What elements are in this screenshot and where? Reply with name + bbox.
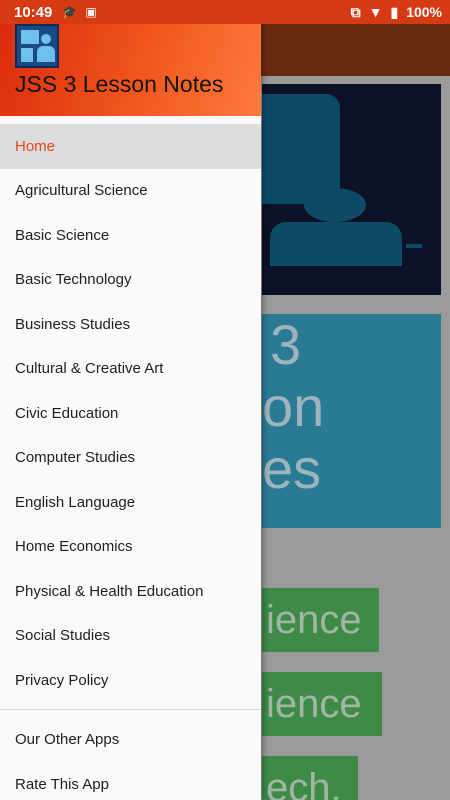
subject-button[interactable]: ech.: [262, 756, 358, 800]
nav-item-rate-this-app[interactable]: Rate This App: [0, 762, 261, 800]
title-card-line: es: [262, 437, 322, 500]
battery-level: 100%: [406, 4, 442, 20]
status-bar: 10:49 🎓 ▣ ⧉ ▼ ▮ 100%: [0, 0, 450, 24]
navigation-drawer: JSS 3 Lesson Notes Home Agricultural Sci…: [0, 0, 261, 800]
app-logo: [15, 24, 59, 68]
title-card-line: 3: [270, 314, 302, 376]
battery-icon: ▮: [390, 3, 399, 20]
app-title: JSS 3 Lesson Notes: [15, 71, 224, 97]
nav-item-business-studies[interactable]: Business Studies: [0, 302, 261, 347]
primary-nav: Home Agricultural Science Basic Science …: [0, 116, 261, 703]
status-right: ⧉ ▼ ▮ 100%: [351, 4, 442, 21]
nav-item-basic-science[interactable]: Basic Science: [0, 213, 261, 258]
hero-image: [262, 84, 441, 295]
nav-item-physical-health-education[interactable]: Physical & Health Education: [0, 569, 261, 614]
nav-item-social-studies[interactable]: Social Studies: [0, 614, 261, 659]
wifi-icon: ▼: [368, 4, 383, 20]
title-card-line: on: [262, 375, 325, 438]
nav-item-basic-technology[interactable]: Basic Technology: [0, 258, 261, 303]
cast-icon: ⧉: [350, 3, 361, 20]
status-time: 10:49: [14, 3, 53, 21]
nav-item-cultural-creative-art[interactable]: Cultural & Creative Art: [0, 347, 261, 392]
nav-item-home[interactable]: Home: [0, 124, 261, 169]
subject-button[interactable]: ience: [262, 672, 382, 736]
nav-item-our-other-apps[interactable]: Our Other Apps: [0, 718, 261, 763]
secondary-nav: Our Other Apps Rate This App: [0, 710, 261, 800]
notification-a-icon: ▣: [85, 5, 97, 19]
nav-item-agricultural-science[interactable]: Agricultural Science: [0, 169, 261, 214]
nav-item-computer-studies[interactable]: Computer Studies: [0, 436, 261, 481]
nav-item-home-economics[interactable]: Home Economics: [0, 525, 261, 570]
nav-item-privacy-policy[interactable]: Privacy Policy: [0, 658, 261, 703]
graduation-cap-icon: 🎓: [62, 5, 78, 19]
nav-item-civic-education[interactable]: Civic Education: [0, 391, 261, 436]
title-card: 3 on es: [262, 314, 441, 528]
subject-button[interactable]: ience: [262, 588, 379, 652]
nav-item-english-language[interactable]: English Language: [0, 480, 261, 525]
